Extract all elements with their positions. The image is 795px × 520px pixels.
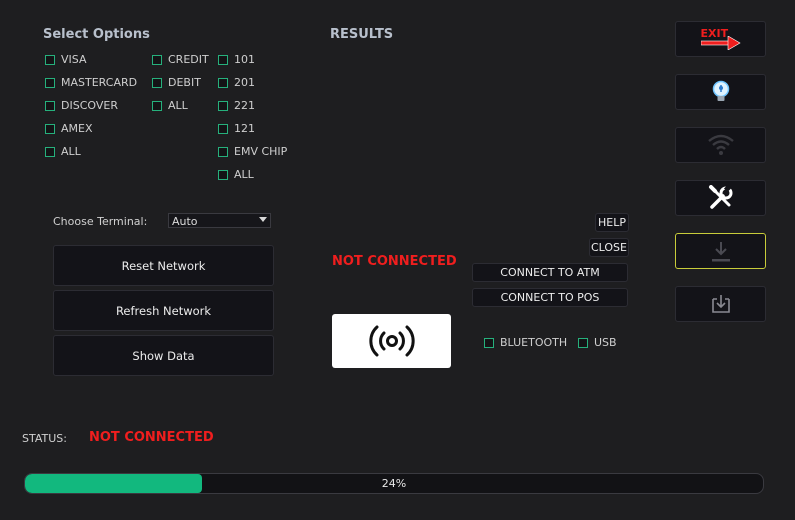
checkbox-box[interactable] [45, 100, 55, 111]
download-icon [711, 242, 730, 262]
checkbox-label: DEBIT [168, 76, 201, 89]
checkbox-box[interactable] [218, 123, 228, 134]
refresh-network-button[interactable]: Refresh Network [53, 290, 274, 331]
checkbox-box[interactable] [578, 337, 588, 348]
checkbox-121[interactable]: 121 [218, 122, 255, 135]
connect-pos-button[interactable]: CONNECT TO POS [472, 288, 628, 307]
checkbox-usb[interactable]: USB [578, 336, 617, 349]
tools-button[interactable] [675, 180, 766, 216]
checkbox-101[interactable]: 101 [218, 53, 255, 66]
checkbox-code-all[interactable]: ALL [218, 168, 254, 181]
checkbox-label: DISCOVER [61, 99, 118, 112]
checkbox-label: 221 [234, 99, 255, 112]
checkbox-box[interactable] [152, 100, 162, 111]
checkbox-box[interactable] [218, 77, 228, 88]
checkbox-label: CREDIT [168, 53, 209, 66]
show-data-button[interactable]: Show Data [53, 335, 274, 376]
checkbox-credit[interactable]: CREDIT [152, 53, 209, 66]
connect-atm-button[interactable]: CONNECT TO ATM [472, 263, 628, 282]
checkbox-bluetooth[interactable]: BLUETOOTH [484, 336, 567, 349]
checkbox-payment-all[interactable]: ALL [152, 99, 188, 112]
chevron-down-icon [259, 217, 267, 222]
checkbox-visa[interactable]: VISA [45, 53, 86, 66]
download-button[interactable] [675, 233, 766, 269]
status-label: STATUS: [22, 432, 67, 445]
checkbox-box[interactable] [218, 54, 228, 65]
checkbox-box[interactable] [218, 169, 228, 180]
checkbox-emv-chip[interactable]: EMV CHIP [218, 145, 287, 158]
exit-icon: EXIT [700, 27, 741, 51]
progress-bar: 24% [24, 473, 764, 494]
results-connection-status: NOT CONNECTED [332, 254, 457, 269]
terminal-select-value: Auto [172, 215, 198, 228]
checkbox-box[interactable] [152, 54, 162, 65]
lightbulb-icon [712, 80, 729, 101]
checkbox-label: ALL [234, 168, 254, 181]
import-button[interactable] [675, 286, 766, 322]
checkbox-box[interactable] [152, 77, 162, 88]
wrench-screwdriver-icon [708, 185, 732, 209]
checkbox-discover[interactable]: DISCOVER [45, 99, 118, 112]
checkbox-label: BLUETOOTH [500, 336, 568, 349]
terminal-select[interactable]: Auto [168, 213, 271, 228]
checkbox-amex[interactable]: AMEX [45, 122, 93, 135]
checkbox-card-all[interactable]: ALL [45, 145, 81, 158]
checkbox-label: USB [594, 336, 617, 349]
reset-network-button[interactable]: Reset Network [53, 245, 274, 286]
checkbox-box[interactable] [45, 54, 55, 65]
checkbox-label: ALL [61, 145, 81, 158]
select-options-title: Select Options [43, 27, 150, 42]
checkbox-box[interactable] [45, 146, 55, 157]
choose-terminal-label: Choose Terminal: [53, 215, 148, 228]
checkbox-label: 121 [234, 122, 255, 135]
broadcast-signal-icon [368, 325, 415, 357]
broadcast-panel[interactable] [332, 314, 451, 368]
checkbox-label: AMEX [61, 122, 93, 135]
checkbox-label: EMV CHIP [234, 145, 288, 158]
checkbox-label: 201 [234, 76, 255, 89]
checkbox-box[interactable] [45, 123, 55, 134]
import-tray-icon [711, 295, 730, 313]
wifi-icon [707, 134, 734, 155]
lightbulb-button[interactable] [675, 74, 766, 110]
checkbox-debit[interactable]: DEBIT [152, 76, 201, 89]
checkbox-box[interactable] [45, 77, 55, 88]
status-value: NOT CONNECTED [89, 430, 214, 445]
results-title: RESULTS [330, 27, 394, 42]
progress-label: 24% [381, 477, 407, 490]
checkbox-mastercard[interactable]: MASTERCARD [45, 76, 137, 89]
exit-button[interactable]: EXIT [675, 21, 766, 57]
wifi-button[interactable] [675, 127, 766, 163]
exit-arrow-icon [700, 36, 741, 50]
close-button[interactable]: CLOSE [589, 238, 629, 257]
checkbox-box[interactable] [484, 337, 494, 348]
checkbox-201[interactable]: 201 [218, 76, 255, 89]
checkbox-label: 101 [234, 53, 255, 66]
checkbox-box[interactable] [218, 100, 228, 111]
checkbox-221[interactable]: 221 [218, 99, 255, 112]
checkbox-label: VISA [61, 53, 87, 66]
checkbox-label: MASTERCARD [61, 76, 138, 89]
checkbox-box[interactable] [218, 146, 228, 157]
checkbox-label: ALL [168, 99, 188, 112]
help-button[interactable]: HELP [595, 213, 629, 232]
